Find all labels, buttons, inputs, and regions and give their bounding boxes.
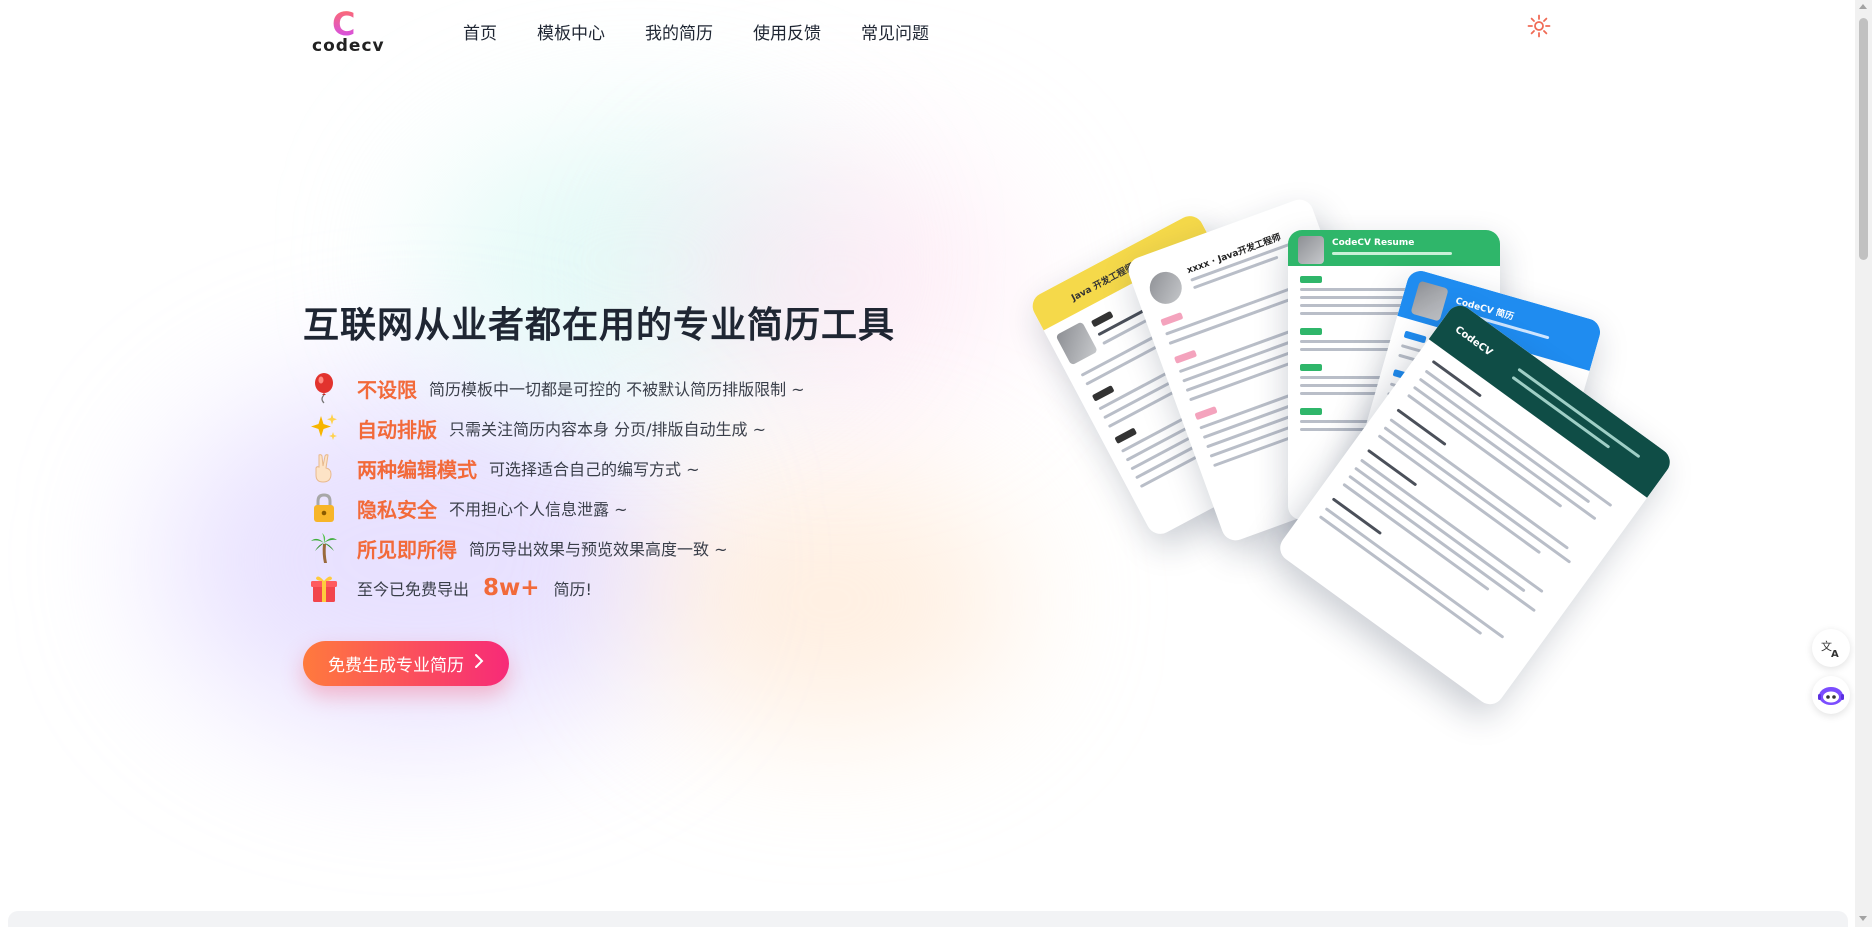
- nav-item-home[interactable]: 首页: [463, 19, 497, 44]
- next-section-edge: [8, 911, 1848, 927]
- scroll-up-arrow-icon[interactable]: [1859, 4, 1867, 9]
- cta-label: 免费生成专业简历: [328, 656, 464, 676]
- top-header: C codecv 首页 模板中心 我的简历 使用反馈 常见问题: [0, 0, 1855, 62]
- nav-item-templates[interactable]: 模板中心: [537, 19, 605, 44]
- feature-desc: 不用担心个人信息泄露 ~: [449, 500, 628, 519]
- feature-item: 两种编辑模式 可选择适合自己的编写方式 ~: [306, 448, 805, 488]
- feature-desc: 简历导出效果与预览效果高度一致 ~: [469, 540, 728, 559]
- feature-title: 两种编辑模式: [357, 457, 477, 482]
- feature-title: 所见即所得: [357, 537, 457, 562]
- feature-list: 不设限 简历模板中一切都是可控的 不被默认简历排版限制 ~ 自动排版 只需关注简…: [306, 368, 805, 608]
- feature-desc: 简历模板中一切都是可控的 不被默认简历排版限制 ~: [429, 380, 805, 399]
- robot-assistant-icon[interactable]: [1812, 676, 1850, 714]
- scrollbar-thumb[interactable]: [1859, 18, 1868, 260]
- main-nav: 首页 模板中心 我的简历 使用反馈 常见问题: [463, 19, 969, 44]
- svg-text:A: A: [1831, 649, 1839, 659]
- codecv-logo[interactable]: C codecv: [310, 8, 384, 56]
- victory-hand-icon: [306, 451, 342, 485]
- sun-icon[interactable]: [1527, 14, 1551, 38]
- feature-title: 不设限: [357, 377, 417, 402]
- scroll-down-arrow-icon[interactable]: [1859, 916, 1867, 921]
- feature-item: 自动排版 只需关注简历内容本身 分页/排版自动生成 ~: [306, 408, 805, 448]
- feature-desc: 可选择适合自己的编写方式 ~: [489, 460, 700, 479]
- export-count: 8w+: [483, 575, 540, 601]
- feature-title: 隐私安全: [357, 497, 437, 522]
- translate-icon[interactable]: 文 A: [1812, 629, 1850, 667]
- gift-icon: [306, 571, 342, 605]
- feature-item: 所见即所得 简历导出效果与预览效果高度一致 ~: [306, 528, 805, 568]
- sparkles-icon: [306, 411, 342, 445]
- nav-item-my-resumes[interactable]: 我的简历: [645, 19, 713, 44]
- balloon-icon: [306, 371, 342, 405]
- palm-tree-icon: [306, 531, 342, 565]
- generate-resume-button[interactable]: 免费生成专业简历: [303, 641, 509, 686]
- background-glow-mint: [420, 130, 860, 390]
- hero-title: 互联网从业者都在用的专业简历工具: [303, 305, 896, 346]
- resume-template-showcase: Java 开发工程师 xxxx · Java开发工程师 CodeCV Resum…: [1027, 180, 1760, 800]
- feature-desc: 只需关注简历内容本身 分页/排版自动生成 ~: [449, 420, 766, 439]
- chevron-right-icon: [474, 653, 484, 674]
- export-suffix: 简历!: [553, 580, 592, 599]
- feature-title: 自动排版: [357, 417, 437, 442]
- export-prefix: 至今已免费导出: [357, 580, 470, 599]
- export-stat: 至今已免费导出 8w+ 简历!: [306, 568, 805, 608]
- nav-item-faq[interactable]: 常见问题: [861, 19, 929, 44]
- logo-text: codecv: [312, 36, 385, 56]
- lock-icon: [306, 491, 342, 525]
- feature-item: 隐私安全 不用担心个人信息泄露 ~: [306, 488, 805, 528]
- page-scrollbar[interactable]: [1855, 0, 1872, 927]
- feature-item: 不设限 简历模板中一切都是可控的 不被默认简历排版限制 ~: [306, 368, 805, 408]
- resume-card-title: CodeCV Resume: [1332, 238, 1415, 248]
- nav-item-feedback[interactable]: 使用反馈: [753, 19, 821, 44]
